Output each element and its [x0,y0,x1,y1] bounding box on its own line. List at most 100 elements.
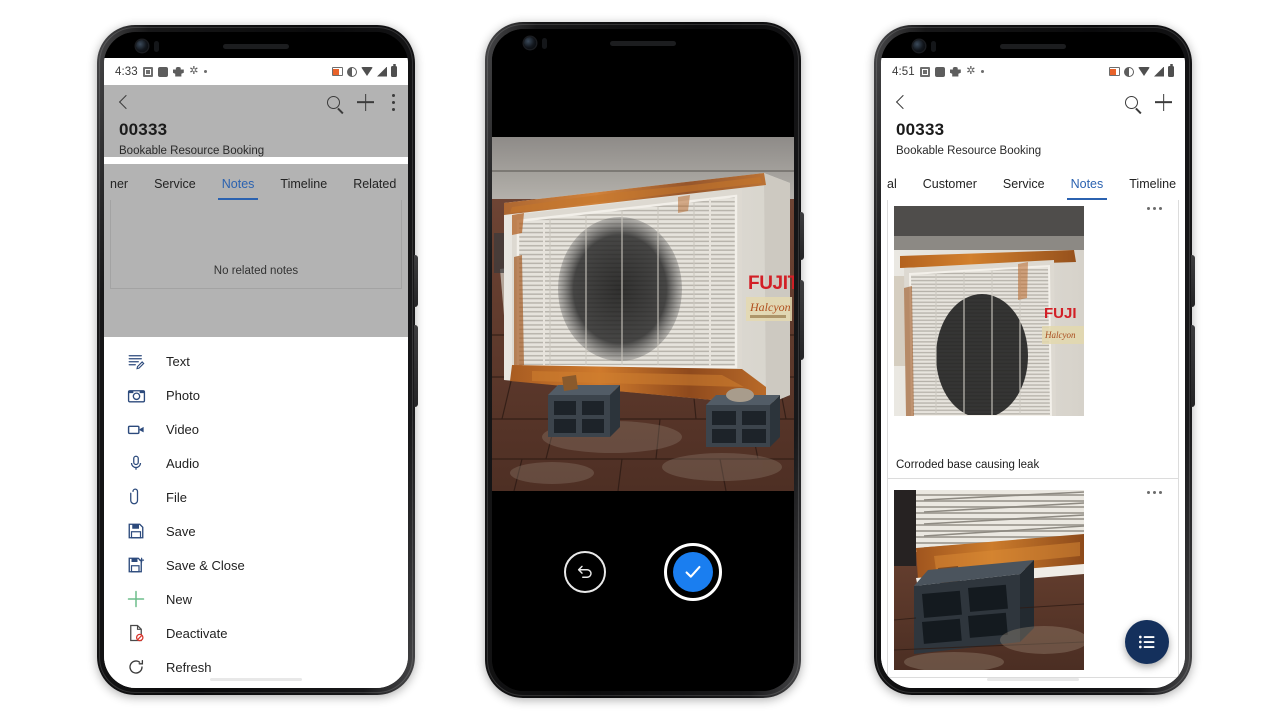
back-chevron-icon[interactable] [118,94,134,110]
android-status-bar-right: 4:51 ✲ [881,58,1185,85]
proximity-sensor-icon [154,41,159,52]
menu-item-deactivate[interactable]: Deactivate [104,616,408,650]
plus-icon[interactable] [1155,94,1172,111]
overflow-menu-icon[interactable] [391,93,395,111]
note-thumbnail[interactable]: FUJI Halcyon [894,206,1084,416]
android-home-indicator-left[interactable] [210,678,302,681]
proximity-sensor-icon [931,41,936,52]
front-camera-icon [524,37,536,49]
tab-service[interactable]: Service [990,177,1058,200]
power-button-right[interactable] [1191,325,1195,407]
header-action-row-right [894,85,1172,119]
phone-bezel-top-right [881,32,1185,58]
ac-unit-photo: FUJIT Halcyon [492,137,794,491]
wifi-icon [1138,67,1150,76]
tab-general-clipped[interactable]: al [881,177,910,200]
image-notification-icon [919,66,930,77]
earpiece-speaker [610,41,676,46]
record-header-left: 00333 Bookable Resource Booking [104,85,408,157]
front-camera-icon [136,40,148,52]
search-icon[interactable] [327,95,340,109]
notes-list[interactable]: FUJI Halcyon Corroded base causing leak [881,189,1185,688]
notes-empty-region: No related notes [104,189,408,289]
note-card[interactable]: FUJI Halcyon Corroded base causing leak [887,194,1179,478]
snowflake-notification-icon: ✲ [966,64,976,77]
dot-notification-icon [203,70,207,73]
menu-item-label: Deactivate [166,625,228,641]
tab-timeline[interactable]: Timeline [1116,177,1185,200]
earpiece-speaker [1000,44,1066,49]
status-right-group [332,64,397,77]
status-right-group [1109,64,1174,77]
volume-button-center[interactable] [800,212,804,260]
earpiece-speaker [223,44,289,49]
empty-notes-card: No related notes [110,193,402,289]
menu-item-save-and-close[interactable]: Save & Close [104,548,408,582]
power-button-left[interactable] [414,325,418,407]
snowflake-notification-icon: ✲ [189,64,199,77]
tab-notes[interactable]: Notes [1058,177,1117,200]
note-thumbnail[interactable] [894,490,1084,670]
menu-item-video[interactable]: Video [104,412,408,446]
phone-screen-right: 4:51 ✲ 00333 Bookable Resource Booking a… [881,32,1185,688]
action-menu-sheet: Text Photo Video Audio File Save Save & … [104,337,408,688]
plus-icon [126,589,146,609]
menu-item-audio[interactable]: Audio [104,446,408,480]
dot-notification-icon [980,70,984,73]
power-button-center[interactable] [800,280,804,360]
save-disk-icon [126,521,146,541]
header-actions-right [1125,94,1172,111]
note-overflow-menu-icon[interactable] [1147,207,1162,210]
status-time: 4:51 [892,65,915,78]
back-chevron-icon[interactable] [895,94,911,110]
list-menu-icon [1139,635,1155,649]
tab-timeline[interactable]: Timeline [267,177,340,200]
undo-arrow-icon [577,565,592,578]
proximity-sensor-icon [542,38,547,49]
search-icon[interactable] [1125,95,1138,109]
cellular-signal-icon [1154,66,1164,77]
menu-item-label: Audio [166,455,200,471]
microphone-icon [126,453,146,473]
menu-item-label: Video [166,421,200,437]
volume-button-right[interactable] [1191,255,1195,307]
menu-item-new[interactable]: New [104,582,408,616]
record-id-right: 00333 [896,120,945,139]
svg-text:FUJIT: FUJIT [748,273,794,294]
menu-item-label: Photo [166,387,200,403]
menu-item-label: Save [166,523,196,539]
tab-notes[interactable]: Notes [209,177,268,200]
record-header-right: 00333 Bookable Resource Booking [881,85,1185,157]
tab-related[interactable]: Related [340,177,408,200]
accept-photo-button[interactable] [664,543,722,601]
tab-customer-clipped[interactable]: ner [104,177,141,200]
note-overflow-menu-icon[interactable] [1147,491,1162,494]
captured-photo: FUJIT Halcyon [492,137,794,491]
menu-item-text[interactable]: Text [104,344,408,378]
plus-icon[interactable] [357,94,374,111]
android-home-indicator-right[interactable] [987,678,1079,681]
paperclip-icon [126,487,146,507]
screencast-icon [1109,67,1120,76]
tab-customer[interactable]: Customer [910,177,990,200]
tab-bar-left: ner Service Notes Timeline Related [104,164,408,200]
phone-bezel-top-center [492,29,794,55]
puzzle-notification-icon [172,66,184,77]
menu-item-file[interactable]: File [104,480,408,514]
menu-item-label: Text [166,353,190,369]
android-status-bar-left: 4:33 ✲ [104,58,408,85]
notes-fab-button[interactable] [1125,620,1169,664]
tab-service[interactable]: Service [141,177,209,200]
menu-item-label: Refresh [166,659,212,675]
volume-button-left[interactable] [414,255,418,307]
camera-icon [126,385,146,405]
cellular-signal-icon [377,66,387,77]
menu-item-save[interactable]: Save [104,514,408,548]
record-id-left: 00333 [119,120,168,139]
header-action-row-left [117,85,395,119]
app-viewport-right: 4:51 ✲ 00333 Bookable Resource Booking a… [881,58,1185,688]
square-notification-icon [934,66,945,77]
retake-photo-button[interactable] [564,551,606,593]
menu-item-photo[interactable]: Photo [104,378,408,412]
battery-icon [1168,64,1174,77]
